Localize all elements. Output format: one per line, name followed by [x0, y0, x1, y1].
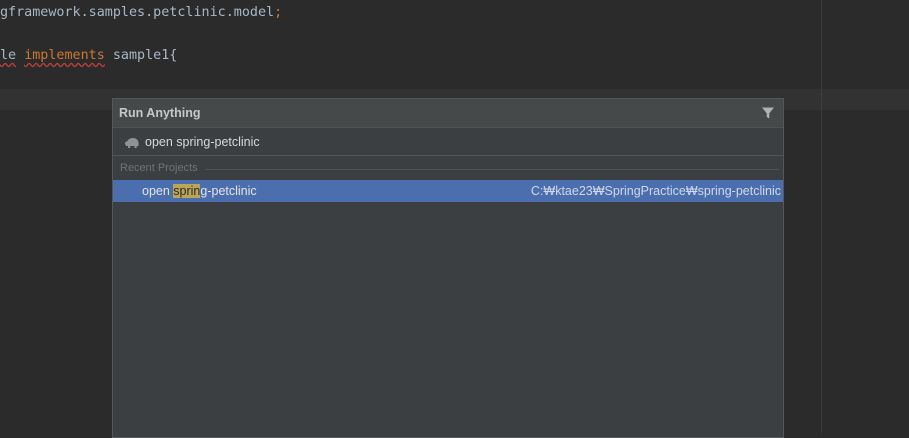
interface-name: sample1{	[112, 48, 178, 63]
implements-keyword: implements	[24, 48, 105, 63]
section-divider	[205, 169, 779, 170]
popup-title: Run Anything	[119, 106, 201, 120]
semicolon: ;	[274, 5, 283, 20]
match-highlight: sprin	[173, 184, 201, 198]
filter-icon[interactable]	[761, 106, 775, 120]
code-line-class-declaration[interactable]: le implements sample1{	[0, 45, 177, 67]
run-anything-popup: Run Anything Recent Projects open spring…	[112, 98, 784, 438]
class-name-fragment: le	[0, 48, 17, 63]
result-name-suffix: g-petclinic	[200, 184, 257, 198]
package-path: gframework.samples.petclinic.model	[0, 5, 275, 20]
result-item-selected[interactable]: open spring-petclinic C:₩ktae23₩SpringPr…	[113, 180, 783, 202]
section-label-recent-projects: Recent Projects	[120, 162, 198, 174]
right-margin-guide	[821, 0, 822, 433]
search-input[interactable]	[145, 131, 765, 153]
result-name-prefix: open	[142, 184, 174, 198]
result-path: C:₩ktae23₩SpringPractice₩spring-petclini…	[530, 184, 781, 198]
result-name: open spring-petclinic	[142, 180, 257, 202]
code-line-package[interactable]: gframework.samples.petclinic.model;	[0, 2, 282, 24]
search-row	[113, 128, 783, 156]
popup-header: Run Anything	[113, 99, 783, 128]
run-anything-icon	[125, 138, 139, 148]
